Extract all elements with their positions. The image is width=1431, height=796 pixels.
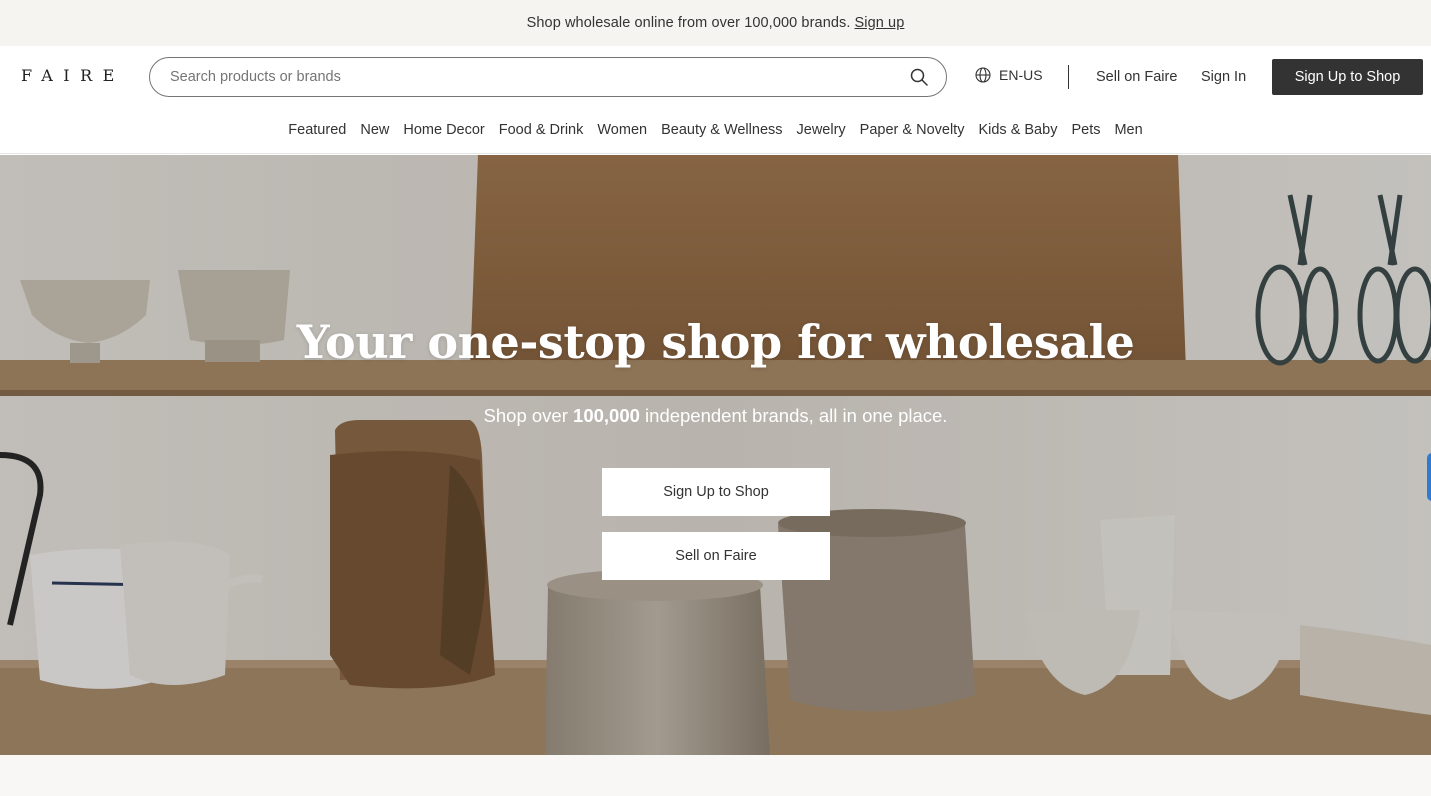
category-food-drink[interactable]: Food & Drink	[499, 122, 584, 138]
hero-banner: Your one-stop shop for wholesale Shop ov…	[0, 155, 1431, 755]
hero-subtitle-pre: Shop over	[483, 405, 574, 426]
language-label: EN-US	[999, 67, 1043, 83]
globe-icon	[975, 67, 991, 83]
header: FAIRE EN-US Sell on Faire Sign In Sign U…	[0, 46, 1431, 108]
category-pets[interactable]: Pets	[1071, 122, 1100, 138]
hero-subtitle: Shop over 100,000 independent brands, al…	[0, 405, 1431, 427]
hero-overlay	[0, 155, 1431, 755]
category-jewelry[interactable]: Jewelry	[797, 122, 846, 138]
sign-in-link[interactable]: Sign In	[1201, 69, 1246, 85]
sell-on-faire-link[interactable]: Sell on Faire	[1096, 69, 1177, 85]
hero-title: Your one-stop shop for wholesale	[296, 315, 1135, 369]
category-kids-baby[interactable]: Kids & Baby	[978, 122, 1057, 138]
hero-sign-up-button[interactable]: Sign Up to Shop	[602, 468, 830, 516]
search-bar[interactable]	[149, 57, 947, 97]
promo-text: Shop wholesale online from over 100,000 …	[526, 15, 851, 31]
below-hero-section	[0, 755, 1431, 796]
header-divider	[1068, 65, 1069, 89]
search-icon[interactable]	[910, 68, 928, 86]
promo-signup-link[interactable]: Sign up	[855, 15, 905, 31]
category-featured[interactable]: Featured	[288, 122, 346, 138]
category-women[interactable]: Women	[597, 122, 647, 138]
faire-logo[interactable]: FAIRE	[21, 66, 125, 85]
hero-sell-on-faire-button[interactable]: Sell on Faire	[602, 532, 830, 580]
hero-subtitle-post: independent brands, all in one place.	[639, 405, 948, 426]
category-nav: Featured New Home Decor Food & Drink Wom…	[0, 108, 1431, 154]
language-selector[interactable]: EN-US	[975, 67, 1043, 83]
search-input[interactable]	[170, 67, 890, 87]
category-home-decor[interactable]: Home Decor	[403, 122, 484, 138]
category-paper-novelty[interactable]: Paper & Novelty	[860, 122, 965, 138]
sign-up-to-shop-button[interactable]: Sign Up to Shop	[1272, 59, 1423, 95]
promo-bar: Shop wholesale online from over 100,000 …	[0, 0, 1431, 46]
category-men[interactable]: Men	[1114, 122, 1142, 138]
category-beauty-wellness[interactable]: Beauty & Wellness	[661, 122, 782, 138]
hero-subtitle-count: 100,000	[573, 405, 640, 426]
feedback-side-tab[interactable]	[1427, 453, 1431, 501]
category-new[interactable]: New	[360, 122, 389, 138]
